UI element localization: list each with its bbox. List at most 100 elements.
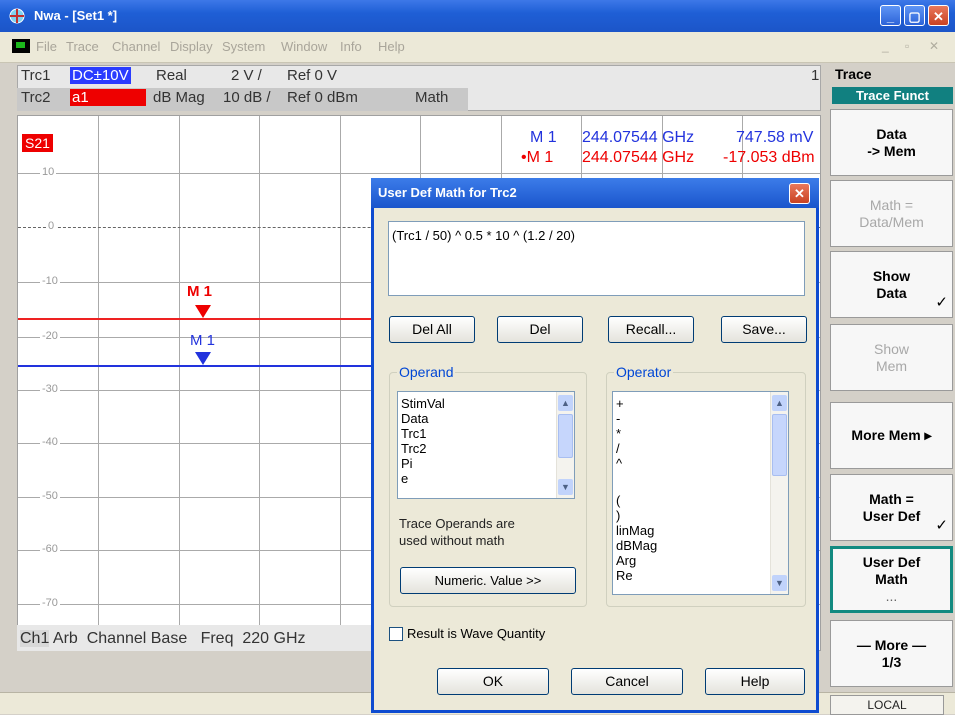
list-item[interactable]: Data (398, 411, 574, 426)
recall-button[interactable]: Recall... (608, 316, 694, 343)
operand-note: Trace Operands are used without math (399, 515, 515, 549)
trc2-measure-badge[interactable]: a1 (70, 89, 146, 106)
y-axis-label: -60 (40, 543, 60, 555)
softkey-more[interactable]: — More — 1/3 (830, 620, 953, 687)
mdi-restore-button[interactable]: ▫ (905, 39, 909, 53)
menu-help[interactable]: Help (378, 39, 405, 54)
local-indicator: LOCAL (830, 695, 944, 715)
channel-info[interactable]: Ch1 Arb Channel Base Freq 220 GHz (20, 630, 306, 648)
marker-info-name: •M 1 (521, 149, 554, 166)
trc2-math-flag[interactable]: Math (415, 89, 448, 106)
list-item[interactable]: StimVal (398, 396, 574, 411)
maximize-button[interactable]: ▢ (904, 5, 925, 26)
list-item[interactable]: Pi (398, 456, 574, 471)
softkey-user-def-math[interactable]: User Def Math ... (830, 546, 953, 613)
trc1-format[interactable]: Real (156, 67, 187, 84)
menu-system[interactable]: System (222, 39, 265, 54)
scroll-down-arrow-icon[interactable]: ▼ (558, 479, 573, 495)
trace-trc2-line[interactable] (18, 318, 373, 320)
list-item[interactable]: linMag (613, 523, 788, 538)
marker-triangle-icon[interactable] (195, 352, 211, 365)
numeric-value-button[interactable]: Numeric. Value >> (400, 567, 576, 594)
checkmark-icon: ✓ (935, 517, 948, 534)
list-item[interactable]: - (613, 411, 788, 426)
menu-display[interactable]: Display (170, 39, 213, 54)
operand-list[interactable]: StimVal Data Trc1 Trc2 Pi e ▲ ▼ (397, 391, 575, 499)
menu-window[interactable]: Window (281, 39, 327, 54)
expression-field[interactable]: (Trc1 / 50) ^ 0.5 * 10 ^ (1.2 / 20) (388, 221, 805, 296)
menu-trace[interactable]: Trace (66, 39, 99, 54)
softkey-math-user-def[interactable]: Math = User Def ✓ (830, 474, 953, 541)
channel-label: Ch1 (20, 630, 50, 647)
operand-note-line: used without math (399, 533, 505, 548)
y-axis-label: -40 (40, 436, 60, 448)
window-title: Nwa - [Set1 *] (34, 8, 118, 23)
menu-channel[interactable]: Channel (112, 39, 160, 54)
list-item[interactable]: ^ (613, 456, 788, 471)
softkey-math-data-mem[interactable]: Math = Data/Mem (830, 180, 953, 247)
softkey-show-mem[interactable]: Show Mem (830, 324, 953, 391)
cancel-button[interactable]: Cancel (571, 668, 683, 695)
scroll-thumb[interactable] (772, 414, 787, 476)
list-item[interactable]: dBMag (613, 538, 788, 553)
window-title-bar (0, 0, 955, 32)
y-axis-label: -50 (40, 490, 60, 502)
list-item[interactable]: ( (613, 493, 788, 508)
trc1-label[interactable]: Trc1 (21, 67, 50, 84)
trc1-scale[interactable]: 2 V / (231, 67, 262, 84)
operand-note-line: Trace Operands are (399, 516, 515, 531)
operator-scrollbar[interactable]: ▲ ▼ (770, 392, 788, 594)
minimize-button[interactable]: _ (880, 5, 901, 26)
del-all-button[interactable]: Del All (389, 316, 475, 343)
mdi-minimize-button[interactable]: _ (882, 39, 889, 53)
list-item[interactable]: + (613, 396, 788, 411)
softkey-more-mem[interactable]: More Mem ▸ (830, 402, 953, 469)
del-button[interactable]: Del (497, 316, 583, 343)
wave-quantity-label[interactable]: Result is Wave Quantity (407, 626, 545, 641)
softkey-panel-title: Trace (835, 66, 872, 82)
softkey-data-to-mem[interactable]: Data -> Mem (830, 109, 953, 176)
marker-info-value: -17.053 dBm (723, 149, 815, 166)
trc1-measure-badge[interactable]: DC±10V (70, 67, 131, 84)
wave-quantity-checkbox[interactable] (389, 627, 403, 641)
y-axis-label: -30 (40, 383, 60, 395)
close-button[interactable]: ✕ (928, 5, 949, 26)
scroll-up-arrow-icon[interactable]: ▲ (558, 395, 573, 411)
softkey-label: Mem (875, 357, 908, 374)
menu-file[interactable]: File (36, 39, 57, 54)
list-item[interactable]: * (613, 426, 788, 441)
softkey-label: Show (873, 340, 910, 357)
softkey-show-data[interactable]: Show Data ✓ (830, 251, 953, 318)
scroll-thumb[interactable] (558, 414, 573, 458)
scroll-up-arrow-icon[interactable]: ▲ (772, 395, 787, 411)
list-item[interactable]: Arg (613, 553, 788, 568)
marker-label-trc1: M 1 (190, 332, 216, 349)
trc2-scale[interactable]: 10 dB / (223, 89, 271, 106)
trc2-label[interactable]: Trc2 (21, 89, 50, 106)
mdi-close-button[interactable]: ✕ (929, 39, 939, 53)
trc2-ref[interactable]: Ref 0 dBm (287, 89, 358, 106)
operand-scrollbar[interactable]: ▲ ▼ (556, 392, 574, 498)
operator-list[interactable]: + - * / ^ ( ) linMag dBMag Arg Re ▲ ▼ (612, 391, 789, 595)
trace-trc1-line[interactable] (18, 365, 373, 367)
scroll-down-arrow-icon[interactable]: ▼ (772, 575, 787, 591)
trc1-ref[interactable]: Ref 0 V (287, 67, 337, 84)
trc2-format[interactable]: dB Mag (153, 89, 205, 106)
document-icon[interactable] (12, 39, 30, 53)
list-item[interactable]: Re (613, 568, 788, 583)
marker-label-trc2: M 1 (187, 283, 213, 300)
marker-triangle-icon[interactable] (195, 305, 211, 318)
menu-info[interactable]: Info (340, 39, 362, 54)
list-item[interactable]: Trc1 (398, 426, 574, 441)
y-axis-label: 0 (46, 220, 57, 232)
grid-vline (179, 116, 180, 650)
list-item[interactable]: e (398, 471, 574, 486)
dialog-close-button[interactable]: ✕ (789, 183, 810, 204)
save-button[interactable]: Save... (721, 316, 807, 343)
list-item[interactable]: / (613, 441, 788, 456)
help-button[interactable]: Help (705, 668, 805, 695)
ok-button[interactable]: OK (437, 668, 549, 695)
s21-parameter-badge[interactable]: S21 (22, 134, 53, 152)
list-item[interactable]: ) (613, 508, 788, 523)
list-item[interactable]: Trc2 (398, 441, 574, 456)
